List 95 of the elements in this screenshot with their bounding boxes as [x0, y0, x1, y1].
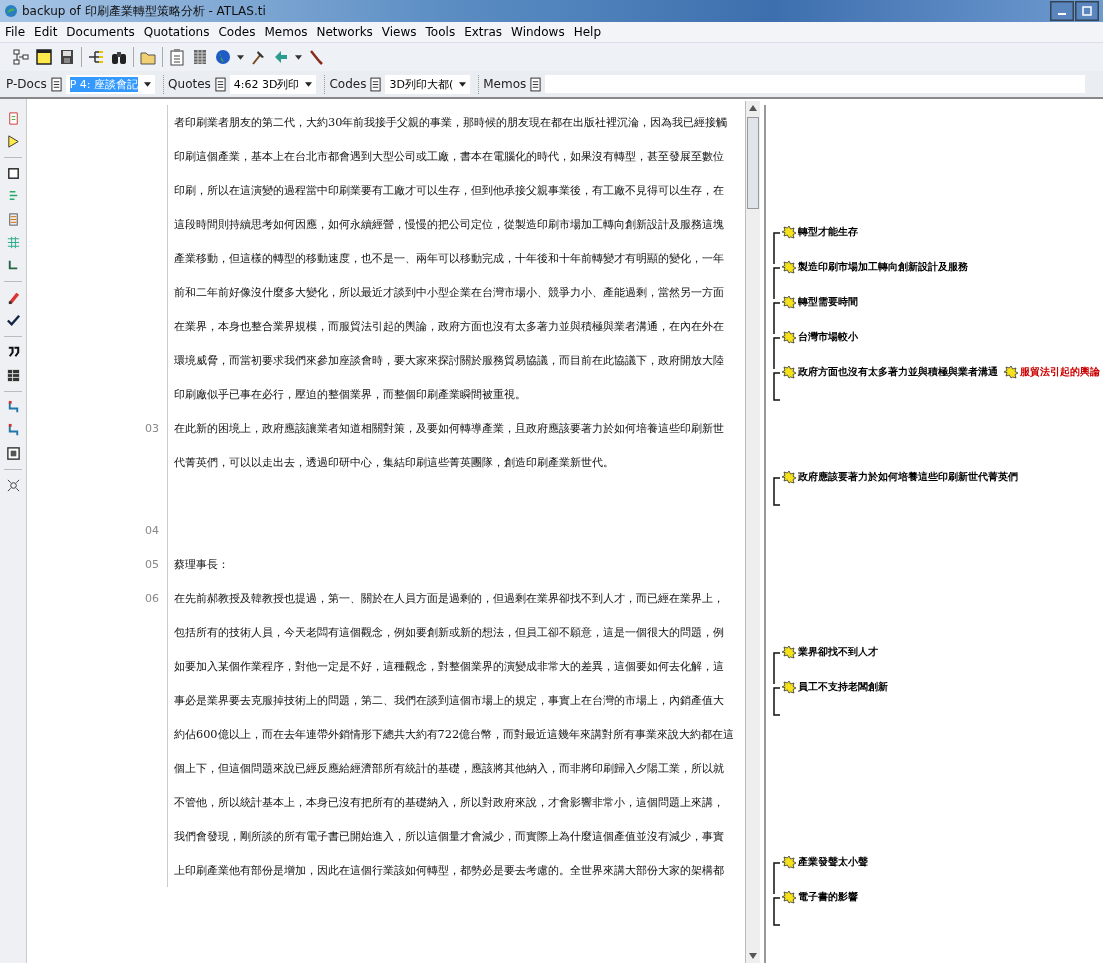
document-icon — [50, 76, 62, 92]
menu-item[interactable]: Help — [573, 25, 601, 39]
text-line: 如要加入某個作業程序，對他一定是不好，這種觀念，對整個業界的演變成非常大的差異，這個要如何去化解，這 — [174, 659, 724, 673]
scroll-thumb[interactable] — [747, 117, 759, 209]
paragraph-number: 06 — [145, 591, 159, 605]
table-icon[interactable] — [5, 368, 21, 383]
code-label[interactable]: 服貿法引起的輿論 — [1020, 365, 1100, 379]
selector-dropdown[interactable]: 4:62 3D列印 — [229, 74, 317, 94]
tree-icon[interactable] — [87, 48, 105, 66]
text-line: 者印刷業者朋友的第二代，大約30年前我接手父親的事業，那時候的朋友現在都在出版社裡沉淪，因為我已經接觸 — [174, 115, 728, 129]
text-line: 這段時間則持續思考如何因應，如何永續經營，慢慢的把公司定位，從製造印刷市場加工轉向創新設計及服務這塊 — [174, 217, 724, 231]
window-title: backup of 印刷產業轉型策略分析 - ATLAS.ti — [22, 2, 266, 20]
hammer-icon[interactable] — [249, 48, 267, 66]
text-line: 包括所有的技術人員，今天老闆有這個觀念，例如要創新或新的想法，但員工卻不願意，這是一個很大的問題，例 — [174, 625, 724, 639]
code-label[interactable]: 政府方面也沒有太多著力並與積極與業者溝通 — [798, 365, 998, 379]
code-icon — [782, 890, 796, 904]
text-line: 個上下，但這個問題來說已經反應給經濟部所有統計的基礎，應該將其他納入，而非將印刷歸入夕陽工業，所以就 — [174, 761, 724, 775]
maximize-icon[interactable] — [1075, 1, 1099, 21]
code-icon — [782, 855, 796, 869]
code-icon — [782, 680, 796, 694]
text-line: 產業移動，但這樣的轉型的移動速度，也不是一、兩年可以移動完成，十年後和十年前轉變才有明顯的變化，一年 — [174, 251, 724, 265]
code-label[interactable]: 產業發聲太小聲 — [798, 855, 868, 869]
code-icon — [782, 225, 796, 239]
caret-icon — [305, 81, 313, 87]
text-line: 約佔600億以上，而在去年連帶外銷情形下總共大約有722億台幣，而對最近這幾年來講對所有事業來說大約都在這 — [174, 727, 735, 741]
text-line: 代菁英們，可以以走出去，透過印研中心，集結印刷這些菁英團隊，創造印刷產業新世代。 — [174, 455, 614, 469]
menu-item[interactable]: Documents — [66, 25, 135, 39]
caret-icon — [144, 81, 152, 87]
code-label[interactable]: 政府應該要著力於如何培養這些印刷新世代菁英們 — [798, 470, 1018, 484]
menu-item[interactable]: Networks — [316, 25, 373, 39]
menu-item[interactable]: Edit — [34, 25, 58, 39]
code-label[interactable]: 業界卻找不到人才 — [798, 645, 878, 659]
caret-icon[interactable] — [237, 54, 244, 60]
text-line: 印刷廠似乎已事在必行，壓迫的整個業界，而整個印刷產業瞬間被重視。 — [174, 387, 526, 401]
text-line: 我們會發現，剛所談的所有電子書已開始進入，所以這個量才會減少，而實際上為什麼這個產值並沒有減少，事實 — [174, 829, 724, 843]
text-line: 上印刷產業他有部份是增加，因此在這個行業該如何轉型，都勢必是要去考慮的。全世界來講大部份大家的架構都 — [174, 863, 724, 877]
document-icon — [370, 76, 382, 92]
menu-item[interactable]: Extras — [464, 25, 503, 39]
scroll-down-icon[interactable] — [749, 953, 757, 959]
menu-item[interactable]: File — [5, 25, 26, 39]
text-line: 印刷這個產業，基本上在台北市都會遇到大型公司或工廠，書本在電腦化的時代，如果沒有轉型，甚至發展至數位 — [174, 149, 724, 163]
code-icon — [782, 330, 796, 344]
caret-icon[interactable] — [295, 54, 302, 60]
paragraph-number: 04 — [145, 523, 159, 537]
clipboard-icon[interactable] — [168, 48, 186, 66]
text-line: 印刷，所以在這演變的過程當中印刷業要有工廠才可以生存，但到他承接父親事業後，有工廠不見得可以生存，在 — [174, 183, 724, 197]
code-label[interactable]: 電子書的影響 — [798, 890, 858, 904]
frame-icon[interactable] — [5, 446, 21, 461]
document-icon — [530, 76, 542, 92]
text-line: 在業界，本身也整合業界規模，而服貿法引起的輿論，政府方面也沒有太多著力並與積極與業者溝通，在內在外在 — [174, 319, 724, 333]
paragraph-number: 05 — [145, 557, 159, 571]
menu-item[interactable]: Quotations — [143, 25, 210, 39]
text-line: 在此新的困境上，政府應該讓業者知道相關對策，及要如何轉導產業，且政府應該要著力於如何培養這些印刷新世 — [174, 421, 724, 435]
selector-label: P-Docs — [6, 77, 47, 91]
caret-icon — [459, 81, 467, 87]
menu-item[interactable]: Windows — [511, 25, 565, 39]
scroll-up-icon[interactable] — [749, 105, 757, 111]
menu-item[interactable]: Codes — [218, 25, 256, 39]
globe-icon[interactable] — [214, 48, 232, 66]
paragraph-number: 03 — [145, 421, 159, 435]
text-line: 前和二年前好像沒什麼多大變化，所以最近才談到中小型企業在台灣市場小、競爭力小、產能過剩，當然另一方面 — [174, 285, 724, 299]
code-icon — [782, 470, 796, 484]
check-icon[interactable] — [5, 313, 21, 328]
selector-dropdown[interactable]: 3D列印大都( — [385, 74, 471, 94]
net-icon[interactable] — [5, 478, 21, 493]
selector-label: Memos — [483, 77, 527, 91]
code-icon — [782, 295, 796, 309]
text-line: 在先前郝教授及韓教授也提過，第一、關於在人員方面是過剩的，但過剩在業界卻找不到人才，而已經在業界上， — [174, 591, 724, 605]
code-icon — [782, 645, 796, 659]
network-icon[interactable] — [12, 48, 30, 66]
grid-icon[interactable] — [191, 48, 209, 66]
scrollbar[interactable] — [745, 101, 760, 963]
code-label[interactable]: 轉型才能生存 — [798, 225, 858, 239]
code-icon — [782, 365, 796, 379]
menu-item[interactable]: Tools — [425, 25, 456, 39]
text-line: 事必是業界要去克服掉技術上的問題，第二、我們在談到這個市場上的規定，事實上在台灣的市場上，內銷產值大 — [174, 693, 724, 707]
code-label[interactable]: 台灣市場較小 — [798, 330, 858, 344]
code-icon — [782, 260, 796, 274]
code-label[interactable]: 員工不支持老闆創新 — [798, 680, 888, 694]
square-icon[interactable] — [5, 166, 21, 181]
selector-label: Quotes — [168, 77, 211, 91]
menu-item[interactable]: Views — [381, 25, 417, 39]
play-icon[interactable] — [5, 134, 21, 149]
menu-item[interactable]: Memos — [264, 25, 308, 39]
window-icon[interactable] — [35, 48, 53, 66]
minimize-icon[interactable] — [1050, 1, 1074, 21]
code-label[interactable]: 製造印刷市場加工轉向創新設計及服務 — [798, 260, 968, 274]
text-line: 蔡理事長： — [174, 557, 229, 571]
app-icon — [4, 4, 18, 18]
text-line: 不管他，所以統計基本上，本身已沒有把所有的基礎納入，所以對政府來說，才會影響非常小，這個問題上來講， — [174, 795, 724, 809]
code-label[interactable]: 轉型需要時間 — [798, 295, 858, 309]
document-icon — [214, 76, 226, 92]
code-icon — [1004, 365, 1018, 379]
text-line: 環境威脅，而當初要求我們來參加座談會時，要大家來探討關於服務貿易協議，而目前在此協議下，政府開放大陸 — [174, 353, 724, 367]
selector-label: Codes — [329, 77, 367, 91]
